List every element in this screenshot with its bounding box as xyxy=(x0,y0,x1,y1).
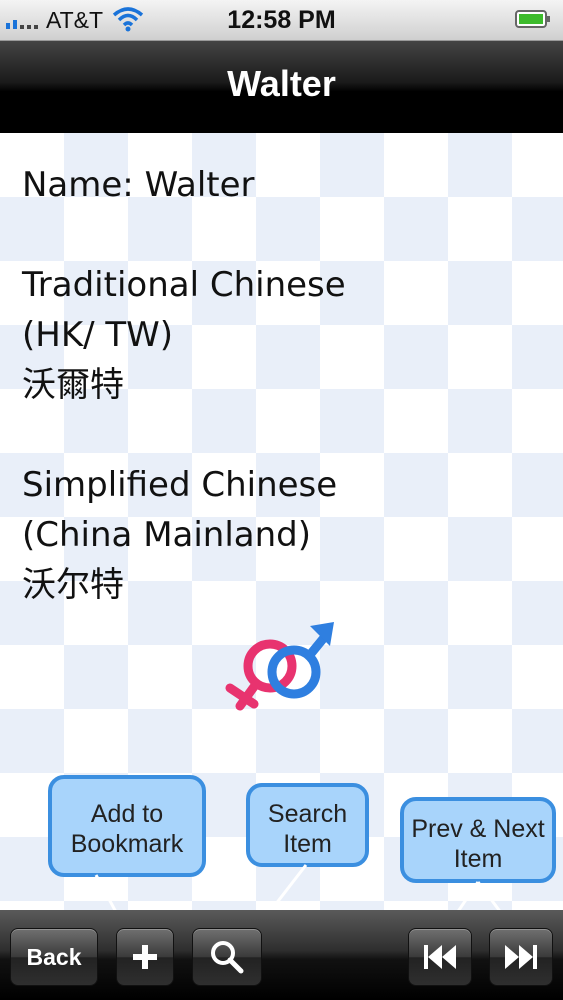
rewind-icon xyxy=(424,945,456,969)
traditional-region: (HK/ TW) xyxy=(22,315,174,355)
previous-item-button[interactable] xyxy=(408,928,472,986)
battery-icon xyxy=(515,10,550,28)
back-button[interactable]: Back xyxy=(10,928,98,986)
simplified-section: Simplified Chinese (China Mainland) 沃尔特 xyxy=(22,460,337,610)
name-line: Name: Walter xyxy=(22,165,255,205)
male-female-symbol-icon xyxy=(225,622,334,711)
search-button[interactable] xyxy=(192,928,262,986)
bookmark-callout-line1: Add to xyxy=(90,800,164,828)
plus-icon xyxy=(133,945,157,969)
fast-forward-icon xyxy=(505,945,537,969)
traditional-value: 沃爾特 xyxy=(22,365,124,405)
status-time: 12:58 PM xyxy=(227,6,336,34)
name-section: Name: Walter xyxy=(22,160,255,210)
add-bookmark-button[interactable] xyxy=(116,928,174,986)
next-item-button[interactable] xyxy=(489,928,553,986)
status-bar: AT&T 12:58 PM xyxy=(0,0,563,41)
search-callout-line1: Search xyxy=(267,800,348,828)
simplified-value: 沃尔特 xyxy=(22,565,124,605)
search-callout-line2: Item xyxy=(283,830,332,858)
bookmark-callout-line2: Bookmark xyxy=(70,830,184,858)
simplified-region: (China Mainland) xyxy=(22,515,312,555)
back-button-label: Back xyxy=(26,944,82,970)
traditional-label: Traditional Chinese xyxy=(22,265,346,305)
simplified-label: Simplified Chinese xyxy=(22,465,338,505)
bottom-toolbar: Back xyxy=(0,910,563,1000)
prev-next-callout-line1: Prev & Next xyxy=(411,815,545,843)
navigation-bar: Walter xyxy=(0,41,563,133)
traditional-section: Traditional Chinese (HK/ TW) 沃爾特 xyxy=(22,260,346,410)
magnifier-icon xyxy=(211,941,244,974)
page-title: Walter xyxy=(227,63,336,104)
search-callout: Search Item xyxy=(246,783,369,867)
